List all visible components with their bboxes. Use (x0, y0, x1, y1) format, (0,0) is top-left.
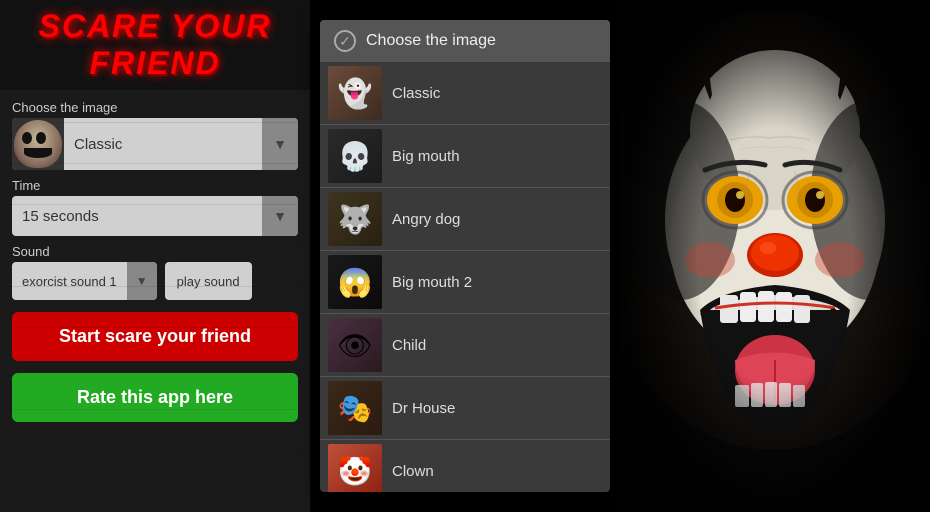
item-label: Big mouth 2 (392, 274, 472, 291)
item-label: Big mouth (392, 148, 460, 165)
left-panel: SCARE YOUR FRIEND Choose the image Class… (0, 0, 310, 512)
item-thumbnail: 🐺 (328, 192, 382, 246)
selected-sound-text: exorcist sound 1 (12, 274, 127, 289)
sound-label: Sound (12, 244, 298, 259)
dropdown-header: ✓ Choose the image (320, 20, 610, 62)
dropdown-item[interactable]: 👻 Classic (320, 62, 610, 125)
choose-image-section: Choose the image Classic (12, 100, 298, 170)
app-title: SCARE YOUR FRIEND (10, 8, 300, 82)
item-label: Dr House (392, 400, 455, 417)
item-thumbnail: 💀 (328, 129, 382, 183)
item-thumbnail: 👻 (328, 66, 382, 120)
image-dropdown-arrow[interactable] (262, 118, 298, 170)
dropdown-item[interactable]: 💀 Big mouth (320, 125, 610, 188)
dropdown-item[interactable]: 👁 Child (320, 314, 610, 377)
time-label: Time (12, 178, 298, 193)
dropdown-item[interactable]: 🐺 Angry dog (320, 188, 610, 251)
dropdown-check-icon: ✓ (334, 30, 356, 52)
item-label: Clown (392, 463, 434, 480)
middle-panel: ✓ Choose the image 👻 Classic 💀 Big mouth 🐺 An… (310, 0, 620, 512)
ghost-face-icon (14, 120, 62, 168)
dropdown-header-text: Choose the image (366, 32, 496, 50)
item-thumbnail: 🎭 (328, 381, 382, 435)
left-content: Choose the image Classic Time 15 seconds… (0, 90, 310, 432)
image-thumbnail (12, 118, 64, 170)
rate-app-button[interactable]: Rate this app here (12, 373, 298, 422)
dropdown-item[interactable]: 🎭 Dr House (320, 377, 610, 440)
time-dropdown-arrow[interactable] (262, 196, 298, 236)
title-bar: SCARE YOUR FRIEND (0, 0, 310, 90)
item-label: Classic (392, 85, 440, 102)
dropdown-item[interactable]: 🤡 Clown (320, 440, 610, 492)
image-dropdown-overlay: ✓ Choose the image 👻 Classic 💀 Big mouth 🐺 An… (320, 20, 610, 492)
time-section: Time 15 seconds (12, 178, 298, 236)
choose-image-label: Choose the image (12, 100, 298, 115)
image-selector[interactable]: Classic (12, 118, 298, 170)
clown-image (620, 0, 930, 512)
dropdown-item[interactable]: 😱 Big mouth 2 (320, 251, 610, 314)
sound-dropdown-arrow[interactable] (127, 262, 157, 300)
clown-background (620, 0, 930, 512)
sound-section: Sound exorcist sound 1 play sound (12, 244, 298, 300)
dropdown-list: 👻 Classic 💀 Big mouth 🐺 Angry dog 😱 Big mouth 2… (320, 62, 610, 492)
item-label: Angry dog (392, 211, 460, 228)
time-selector[interactable]: 15 seconds (12, 196, 298, 236)
item-thumbnail: 😱 (328, 255, 382, 309)
item-thumbnail: 👁 (328, 318, 382, 372)
right-panel (620, 0, 930, 512)
item-thumbnail: 🤡 (328, 444, 382, 492)
sound-row: exorcist sound 1 play sound (12, 262, 298, 300)
start-scare-button[interactable]: Start scare your friend (12, 312, 298, 361)
play-sound-button[interactable]: play sound (165, 262, 252, 300)
selected-time-text: 15 seconds (12, 208, 262, 225)
selected-image-text: Classic (64, 136, 262, 153)
sound-selector[interactable]: exorcist sound 1 (12, 262, 157, 300)
item-label: Child (392, 337, 426, 354)
